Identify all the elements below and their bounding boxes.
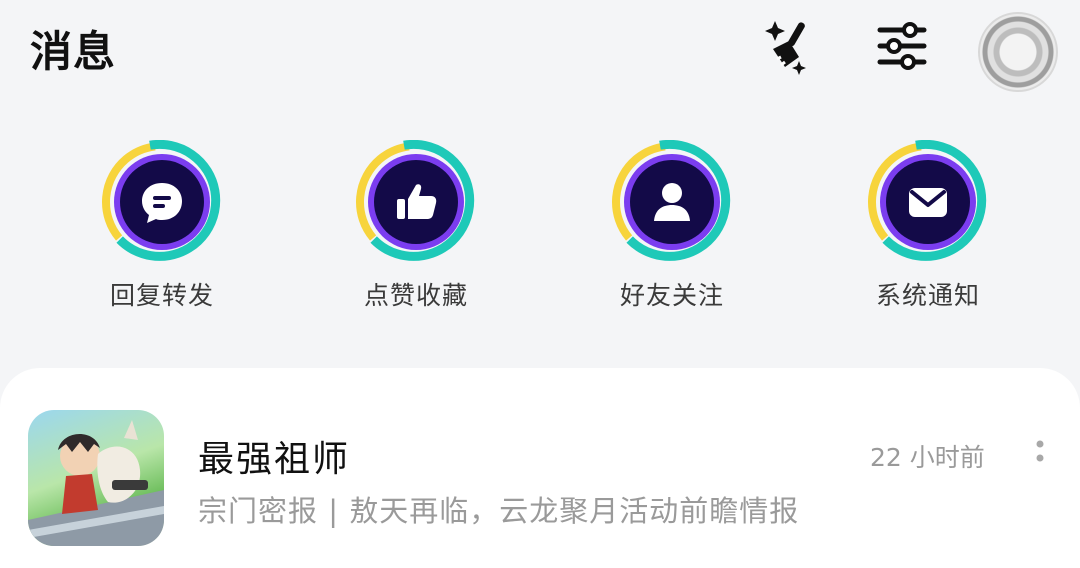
- filter-sliders-icon: [877, 22, 927, 70]
- message-time: 22 小时前: [870, 443, 985, 472]
- quick-friends-follows[interactable]: 好友关注: [592, 139, 752, 312]
- message-title: 最强祖师: [198, 439, 351, 480]
- person-icon: [654, 183, 690, 221]
- quick-system-notifications[interactable]: 系统通知: [848, 139, 1008, 312]
- quick-actions: 回复转发 点赞收藏 好友关注 系统通知: [0, 139, 1080, 320]
- quick-label: 好友关注: [619, 281, 724, 310]
- envelope-icon: [909, 188, 947, 217]
- chat-bubble-icon: [142, 183, 182, 223]
- quick-replies-forwards[interactable]: 回复转发: [82, 139, 242, 312]
- header-bar: 消息: [0, 0, 1080, 100]
- friends-ring: [609, 139, 734, 264]
- message-list: 最强祖师 22 小时前 宗门密报 | 敖天再临，云龙聚月活动前瞻情报: [0, 368, 1080, 568]
- more-vertical-icon: [1036, 440, 1044, 462]
- system-ring: [865, 139, 990, 264]
- thumbs-up-icon: [397, 184, 437, 219]
- game-thumbnail: [28, 410, 164, 546]
- likes-ring: [353, 139, 478, 264]
- replies-ring: [99, 139, 224, 264]
- quick-label: 系统通知: [875, 281, 980, 310]
- message-preview: 宗门密报 | 敖天再临，云龙聚月活动前瞻情报: [198, 494, 800, 528]
- quick-label: 回复转发: [109, 281, 214, 310]
- more-options-button[interactable]: [1028, 434, 1052, 474]
- quick-likes-favorites[interactable]: 点赞收藏: [336, 139, 496, 312]
- filter-button[interactable]: [870, 14, 934, 78]
- broom-sparkle-icon: [765, 21, 806, 75]
- page-title: 消息: [30, 27, 117, 76]
- quick-label: 点赞收藏: [363, 281, 468, 310]
- clear-unread-button[interactable]: [758, 14, 822, 78]
- avatar[interactable]: [978, 12, 1058, 92]
